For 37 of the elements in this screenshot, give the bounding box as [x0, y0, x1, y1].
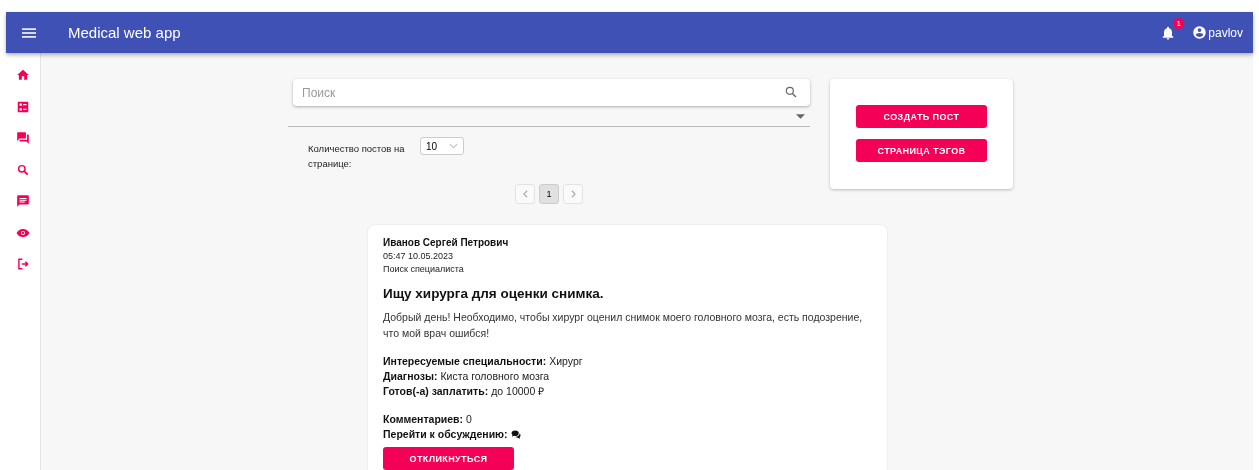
field-label: Готов(-а) заплатить: [383, 385, 489, 398]
post-date: 05:47 10.05.2023 [383, 251, 455, 261]
chevron-right-icon [570, 190, 576, 198]
caret-icon [796, 113, 805, 119]
per-page-label: Количество постов на странице: [308, 142, 406, 171]
logout-icon[interactable] [16, 257, 30, 271]
respond-button[interactable]: ОТКЛИКНУТЬСЯ [383, 447, 514, 470]
field-value: до 10000 ₽ [491, 385, 545, 398]
chat-bubbles-icon[interactable] [510, 430, 522, 439]
app-title: Medical web app [68, 24, 181, 41]
action-button[interactable]: СТРАНИЦА ТЭГОВ [856, 139, 987, 162]
chevron-icon [449, 143, 458, 149]
home-icon[interactable] [16, 68, 30, 82]
per-page-select[interactable]: 10 [420, 137, 464, 155]
field-value: Хирург [549, 355, 583, 368]
field-value: Киста головного мозга [440, 370, 550, 383]
menu-icon[interactable] [22, 27, 36, 38]
field-label: Диагнозы: [383, 370, 438, 383]
message-icon[interactable] [16, 194, 30, 208]
search-icon[interactable] [784, 85, 798, 99]
post-category: Поиск специалиста [383, 264, 465, 274]
discussion-link[interactable]: Перейти к обсуждению: [383, 428, 508, 441]
post-title: Ищу хирурга для оценки снимка. [383, 286, 605, 301]
post-author: Иванов Сергей Петрович [383, 237, 510, 248]
page-button[interactable]: 1 [539, 184, 559, 204]
account-icon [1192, 25, 1208, 40]
user-menu[interactable]: pavlov [1192, 25, 1243, 40]
search-icon[interactable] [16, 162, 30, 177]
field-label: Интересуемые специальности: [383, 355, 547, 368]
list-icon[interactable] [16, 99, 30, 114]
notification-badge: 1 [1173, 17, 1185, 29]
search-field[interactable]: Поиск [293, 79, 810, 106]
chevron-left-icon [522, 190, 528, 198]
post-body: Добрый день! Необходимо, чтобы хирург оценил снимок моего головного мозга, есть подозрение, что мой врач ошибся! [383, 310, 864, 341]
comments-label: Комментариев: [383, 413, 464, 426]
comments-count: 0 [466, 413, 472, 426]
action-button[interactable]: СОЗДАТЬ ПОСТ [856, 105, 987, 128]
